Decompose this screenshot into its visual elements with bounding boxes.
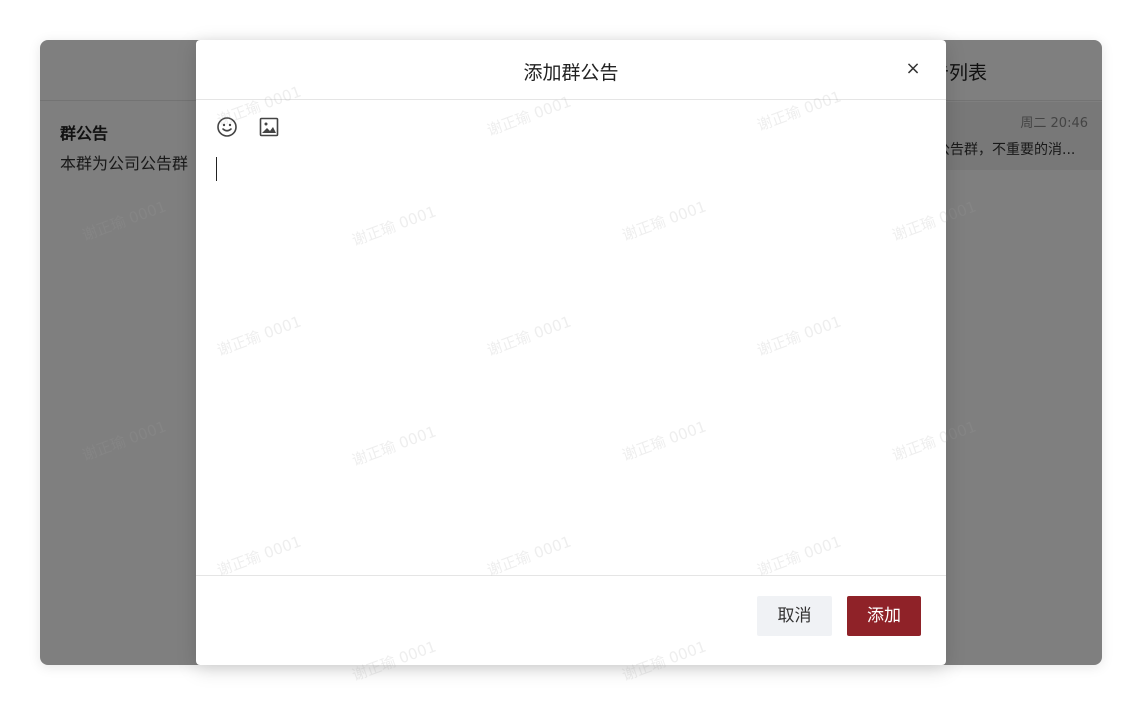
app-stage: 告列表 群公告 本群为公司公告群 周二 20:46 公告群，不重要的消... 添… <box>0 0 1142 705</box>
image-icon <box>259 117 279 137</box>
insert-image-button[interactable] <box>258 116 280 138</box>
add-announcement-dialog: 添加群公告 × 取消 添加 <box>196 40 946 665</box>
dialog-footer: 取消 添加 <box>196 575 946 665</box>
emoji-button[interactable] <box>216 116 238 138</box>
editor-toolbar <box>216 116 280 142</box>
close-button[interactable]: × <box>902 58 924 80</box>
dialog-title: 添加群公告 <box>523 62 619 84</box>
add-button[interactable]: 添加 <box>847 596 921 636</box>
cancel-button[interactable]: 取消 <box>757 596 832 636</box>
smile-icon <box>217 117 237 137</box>
announcement-editor[interactable] <box>214 155 928 565</box>
text-caret <box>216 157 217 181</box>
dialog-header: 添加群公告 × <box>196 40 946 100</box>
